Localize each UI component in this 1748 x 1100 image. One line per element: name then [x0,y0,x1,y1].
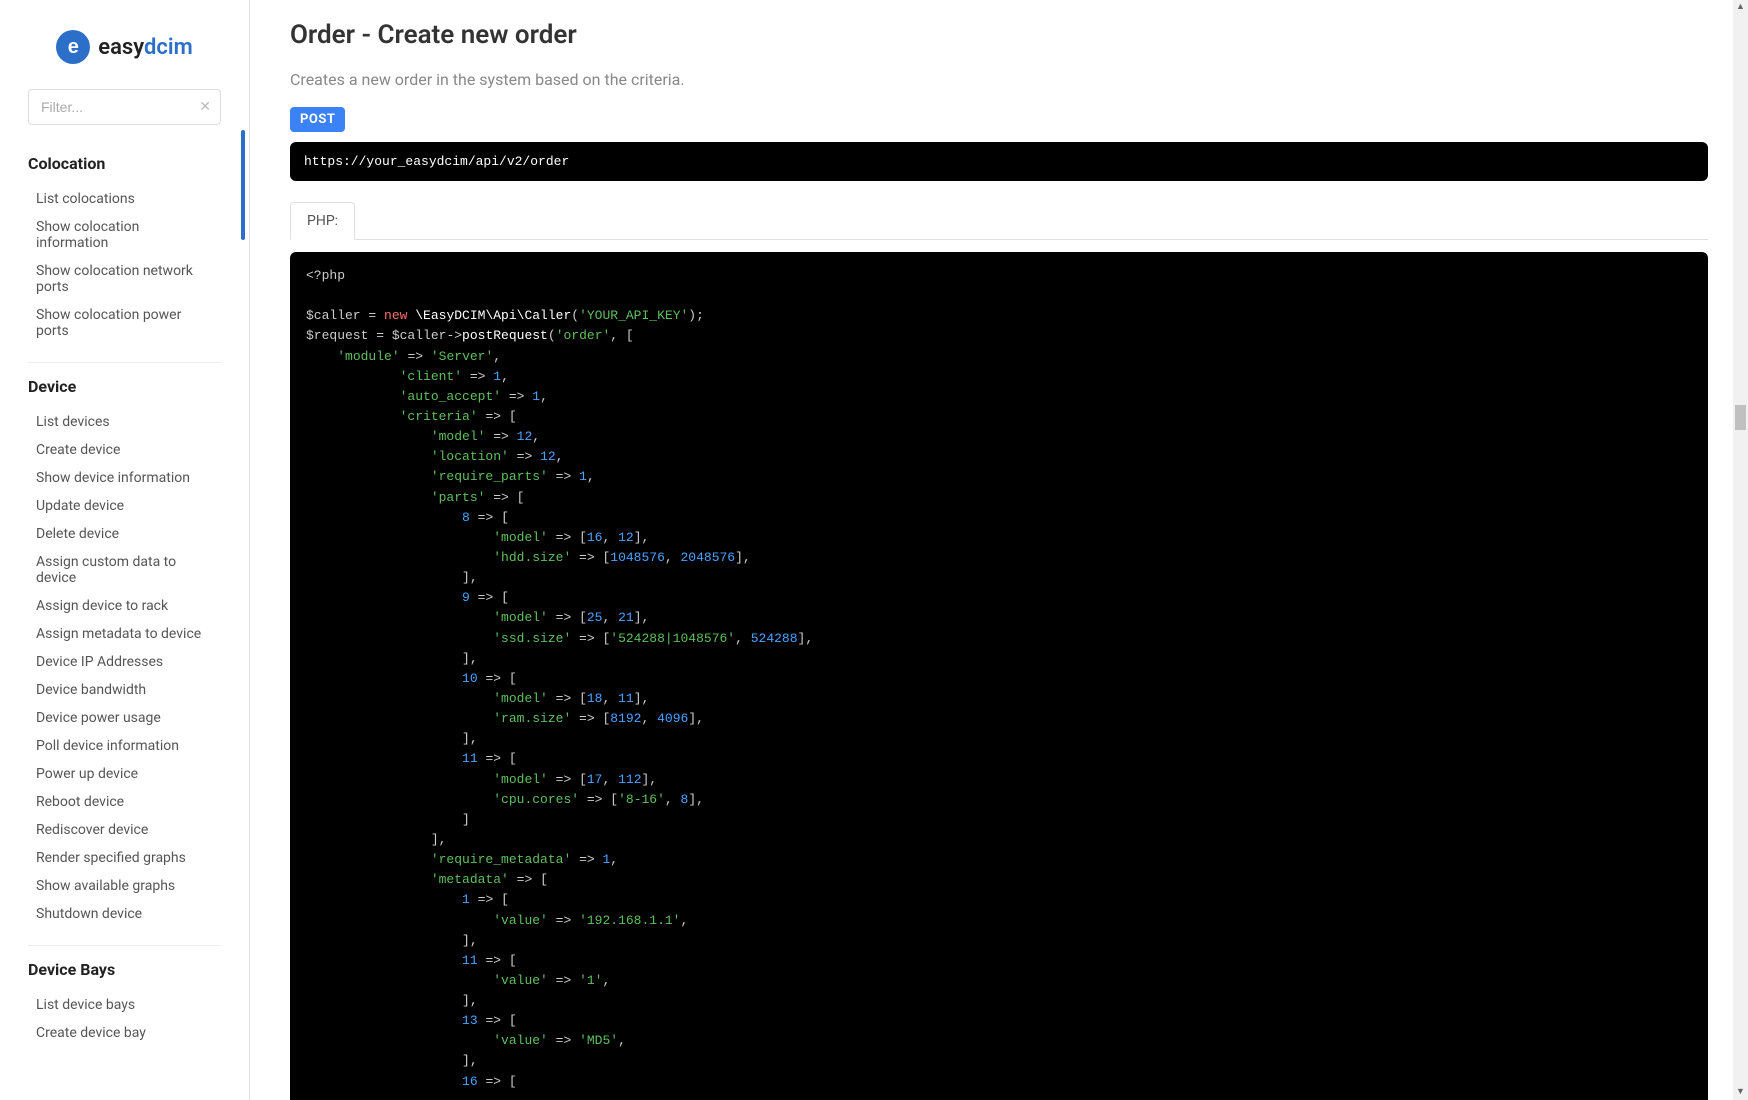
nav-item[interactable]: Rediscover device [28,816,221,844]
nav-section-title: Colocation [28,140,221,185]
main-content: Order - Create new order Creates a new o… [250,0,1748,1100]
page-scrollbar[interactable]: ▲ ▼ [1733,0,1748,1100]
endpoint-url: https://your_easydcim/api/v2/order [290,142,1708,181]
page-title: Order - Create new order [290,20,1708,50]
nav-item[interactable]: Update device [28,492,221,520]
nav-item[interactable]: Show colocation network ports [28,257,221,301]
scroll-up-arrow[interactable]: ▲ [1733,0,1748,15]
tab-php[interactable]: PHP: [290,202,355,240]
nav-item[interactable]: List colocations [28,185,221,213]
nav-section-title: Device [28,363,221,408]
nav-item[interactable]: Show device information [28,464,221,492]
sidebar: e easydcim ✕ ColocationList colocationsS… [0,0,250,1100]
nav-item[interactable]: List devices [28,408,221,436]
nav-item[interactable]: Device bandwidth [28,676,221,704]
filter-input[interactable] [28,89,221,125]
nav-item[interactable]: Shutdown device [28,900,221,928]
nav-item[interactable]: Poll device information [28,732,221,760]
nav-item[interactable]: Delete device [28,520,221,548]
nav-item[interactable]: Assign custom data to device [28,548,221,592]
logo-text: easydcim [98,35,192,60]
nav-item[interactable]: Device power usage [28,704,221,732]
nav-item[interactable]: Create device bay [28,1019,221,1047]
nav-item[interactable]: Show colocation power ports [28,301,221,345]
nav-item[interactable]: Show colocation information [28,213,221,257]
sidebar-scrollbar[interactable] [241,130,245,240]
nav-section-title: Device Bays [28,946,221,991]
nav-item[interactable]: Device IP Addresses [28,648,221,676]
nav-item[interactable]: Assign device to rack [28,592,221,620]
nav-item[interactable]: Render specified graphs [28,844,221,872]
logo[interactable]: e easydcim [0,20,249,89]
nav-item[interactable]: Reboot device [28,788,221,816]
nav-item[interactable]: Create device [28,436,221,464]
nav-item[interactable]: Assign metadata to device [28,620,221,648]
close-icon[interactable]: ✕ [199,99,211,115]
nav-item[interactable]: Power up device [28,760,221,788]
nav-item[interactable]: Show available graphs [28,872,221,900]
logo-icon: e [56,30,90,64]
scroll-down-arrow[interactable]: ▼ [1733,1085,1748,1100]
page-description: Creates a new order in the system based … [290,70,1708,89]
nav-item[interactable]: List device bays [28,991,221,1019]
code-sample: <?php $caller = new \EasyDCIM\Api\Caller… [290,252,1708,1100]
scrollbar-thumb[interactable] [1735,405,1746,430]
http-method-badge: POST [290,107,345,132]
code-tabs: PHP: [290,201,1708,240]
